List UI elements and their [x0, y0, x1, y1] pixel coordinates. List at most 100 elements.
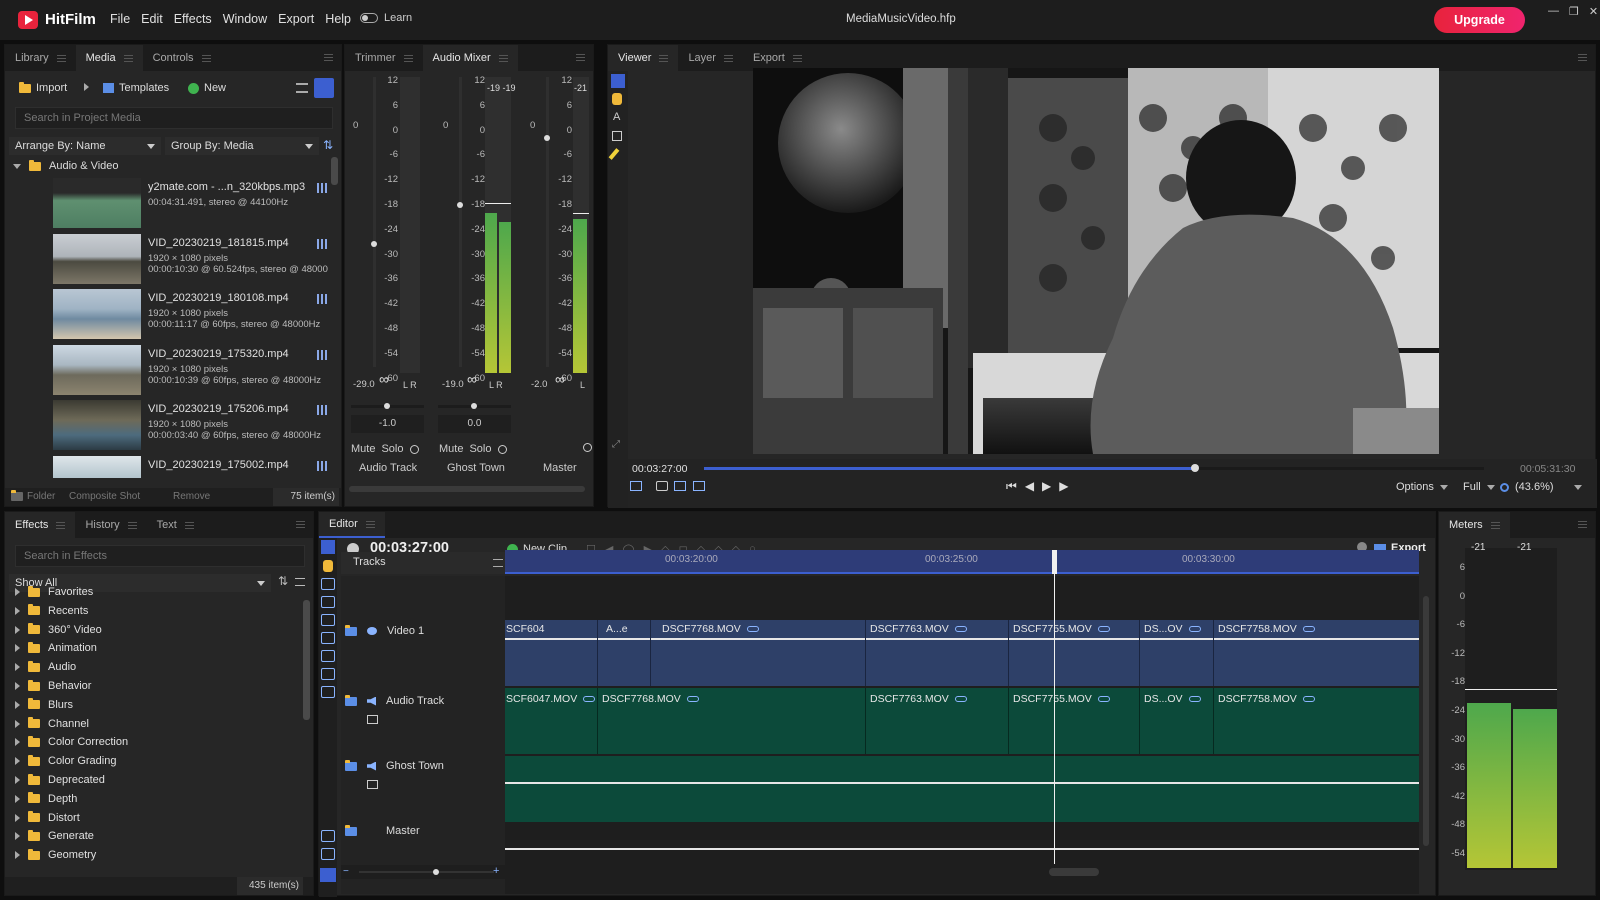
menu-file[interactable]: File — [110, 12, 130, 26]
effect-category[interactable]: Geometry — [15, 848, 96, 861]
video-track-lane[interactable]: SCF604 A...e DSCF7768.MOV DSCF7763.MOV D… — [505, 620, 1419, 686]
tab-controls[interactable]: Controls — [143, 45, 221, 71]
fader-knob[interactable] — [371, 241, 377, 247]
media-item[interactable]: VID_20230219_175206.mp4 1920 × 1080 pixe… — [53, 400, 335, 454]
video-clip[interactable]: DSCF7755.MOV — [1012, 623, 1138, 635]
add-folder-button[interactable]: Folder — [11, 490, 55, 502]
rate-tool-icon[interactable] — [321, 650, 335, 662]
record-arm-icon[interactable] — [583, 443, 592, 452]
slide-tool-icon[interactable] — [321, 632, 335, 644]
tab-text[interactable]: Text — [147, 512, 204, 538]
folder-audio-video[interactable]: Audio & Video — [13, 159, 119, 172]
sort-icon[interactable]: ⇅ — [323, 138, 333, 152]
output-icon[interactable] — [693, 481, 705, 491]
timeline-ruler[interactable]: 00:03:20:00 00:03:25:00 00:03:30:00 — [505, 550, 1419, 574]
pan-value[interactable]: 0.0 — [438, 415, 511, 433]
record-arm-icon[interactable] — [409, 444, 419, 454]
pan-knob[interactable] — [384, 403, 390, 409]
video-clip[interactable]: DS...OV — [1143, 623, 1213, 635]
media-properties-icon[interactable] — [317, 350, 327, 360]
audio-clip[interactable]: DSCF7758.MOV — [1217, 693, 1417, 705]
media-search-input[interactable]: Search in Project Media — [15, 107, 333, 129]
expand-icon[interactable] — [15, 738, 20, 747]
snap-tool-icon[interactable] — [321, 686, 335, 698]
media-properties-icon[interactable] — [317, 239, 327, 249]
play-icon[interactable]: ▶ — [1059, 479, 1068, 494]
media-properties-icon[interactable] — [317, 294, 327, 304]
meter-toggle-icon[interactable] — [321, 848, 335, 860]
select-tool-icon[interactable] — [321, 540, 335, 554]
hand-tool-icon[interactable] — [612, 93, 622, 105]
effect-category[interactable]: Distort — [15, 811, 80, 824]
arrange-by-select[interactable]: Arrange By: Name — [9, 137, 161, 155]
expand-icon[interactable] — [15, 588, 20, 596]
menu-edit[interactable]: Edit — [141, 12, 163, 26]
audio-track-lane[interactable]: SCF6047.MOV DSCF7768.MOV DSCF7763.MOV DS… — [505, 688, 1419, 754]
slice-tool-icon[interactable] — [321, 668, 335, 680]
tab-editor[interactable]: Editor — [319, 512, 385, 538]
media-item[interactable]: y2mate.com - ...n_320kbps.mp3 00:04:31.4… — [53, 178, 335, 232]
new-button[interactable]: New — [188, 82, 226, 94]
mute-button[interactable]: Mute — [439, 443, 463, 455]
waveform-icon[interactable] — [367, 780, 378, 789]
expand-icon[interactable] — [15, 757, 20, 766]
effect-category[interactable]: Behavior — [15, 679, 91, 692]
fit-icon[interactable] — [630, 481, 642, 491]
fader-knob[interactable] — [457, 202, 463, 208]
text-tool-icon[interactable]: A — [613, 111, 620, 123]
media-properties-icon[interactable] — [317, 405, 327, 415]
composite-shot-button[interactable]: Composite Shot — [69, 491, 140, 502]
video-clip[interactable]: DSCF7763.MOV — [869, 623, 1005, 635]
sort-icon[interactable]: ⇅ — [278, 574, 288, 588]
tab-effects[interactable]: Effects — [5, 512, 76, 538]
fader-track[interactable] — [459, 77, 462, 367]
effect-category[interactable]: Color Grading — [15, 754, 116, 767]
effects-search-input[interactable]: Search in Effects — [15, 545, 305, 567]
track-header-video-1[interactable]: Video 1 — [345, 624, 424, 637]
viewer-canvas[interactable] — [753, 68, 1439, 454]
panel-menu-icon[interactable] — [296, 521, 305, 528]
panel-menu-icon[interactable] — [1578, 521, 1587, 528]
panel-menu-icon[interactable] — [324, 54, 333, 61]
tab-audio-mixer[interactable]: Audio Mixer — [422, 45, 518, 71]
effects-scrollbar[interactable] — [303, 600, 310, 720]
media-item[interactable]: VID_20230219_175320.mp4 1920 × 1080 pixe… — [53, 345, 335, 399]
track-header-ghost-town[interactable]: Ghost Town — [345, 759, 444, 772]
video-clip[interactable]: DSCF7758.MOV — [1217, 623, 1417, 635]
import-button[interactable]: Import — [19, 81, 67, 94]
hand-tool-icon[interactable] — [323, 560, 333, 572]
expand-icon[interactable] — [15, 606, 20, 615]
expand-icon[interactable] — [15, 625, 20, 634]
audio-clip[interactable]: SCF6047.MOV — [505, 693, 595, 705]
maximize-icon[interactable]: ❐ — [1569, 5, 1579, 18]
expand-icon[interactable] — [15, 832, 20, 841]
expand-icon[interactable] — [15, 776, 20, 784]
mute-button[interactable]: Mute — [351, 443, 375, 455]
playhead-handle[interactable] — [1052, 550, 1057, 574]
upgrade-button[interactable]: Upgrade — [1434, 7, 1525, 33]
tab-viewer[interactable]: Viewer — [608, 45, 679, 71]
fader-knob[interactable] — [544, 135, 550, 141]
options-dropdown[interactable]: Options — [1396, 481, 1448, 493]
zoom-slider[interactable] — [359, 871, 494, 873]
effect-category[interactable]: Generate — [15, 829, 94, 842]
tracks-menu-icon[interactable] — [493, 559, 503, 567]
effect-category[interactable]: Depth — [15, 792, 77, 805]
media-item[interactable]: VID_20230219_180108.mp4 1920 × 1080 pixe… — [53, 289, 335, 343]
slip-tool-icon[interactable] — [321, 578, 335, 590]
tab-media[interactable]: Media — [75, 45, 143, 71]
menu-export[interactable]: Export — [278, 12, 314, 26]
effect-category[interactable]: Favorites — [15, 585, 93, 598]
expand-icon[interactable] — [15, 719, 20, 728]
audio-clip[interactable]: DSCF7768.MOV — [601, 693, 861, 705]
solo-button[interactable]: Solo — [469, 443, 491, 455]
expand-icon[interactable] — [15, 794, 20, 803]
panel-menu-icon[interactable] — [576, 54, 585, 61]
quality-dropdown[interactable]: Full — [1463, 481, 1495, 493]
track-header-audio-track[interactable]: Audio Track — [345, 694, 444, 707]
speaker-icon[interactable] — [367, 696, 376, 706]
effect-category[interactable]: Deprecated — [15, 773, 105, 786]
visibility-eye-icon[interactable] — [367, 627, 377, 635]
menu-effects[interactable]: Effects — [174, 12, 212, 26]
pan-knob[interactable] — [471, 403, 477, 409]
